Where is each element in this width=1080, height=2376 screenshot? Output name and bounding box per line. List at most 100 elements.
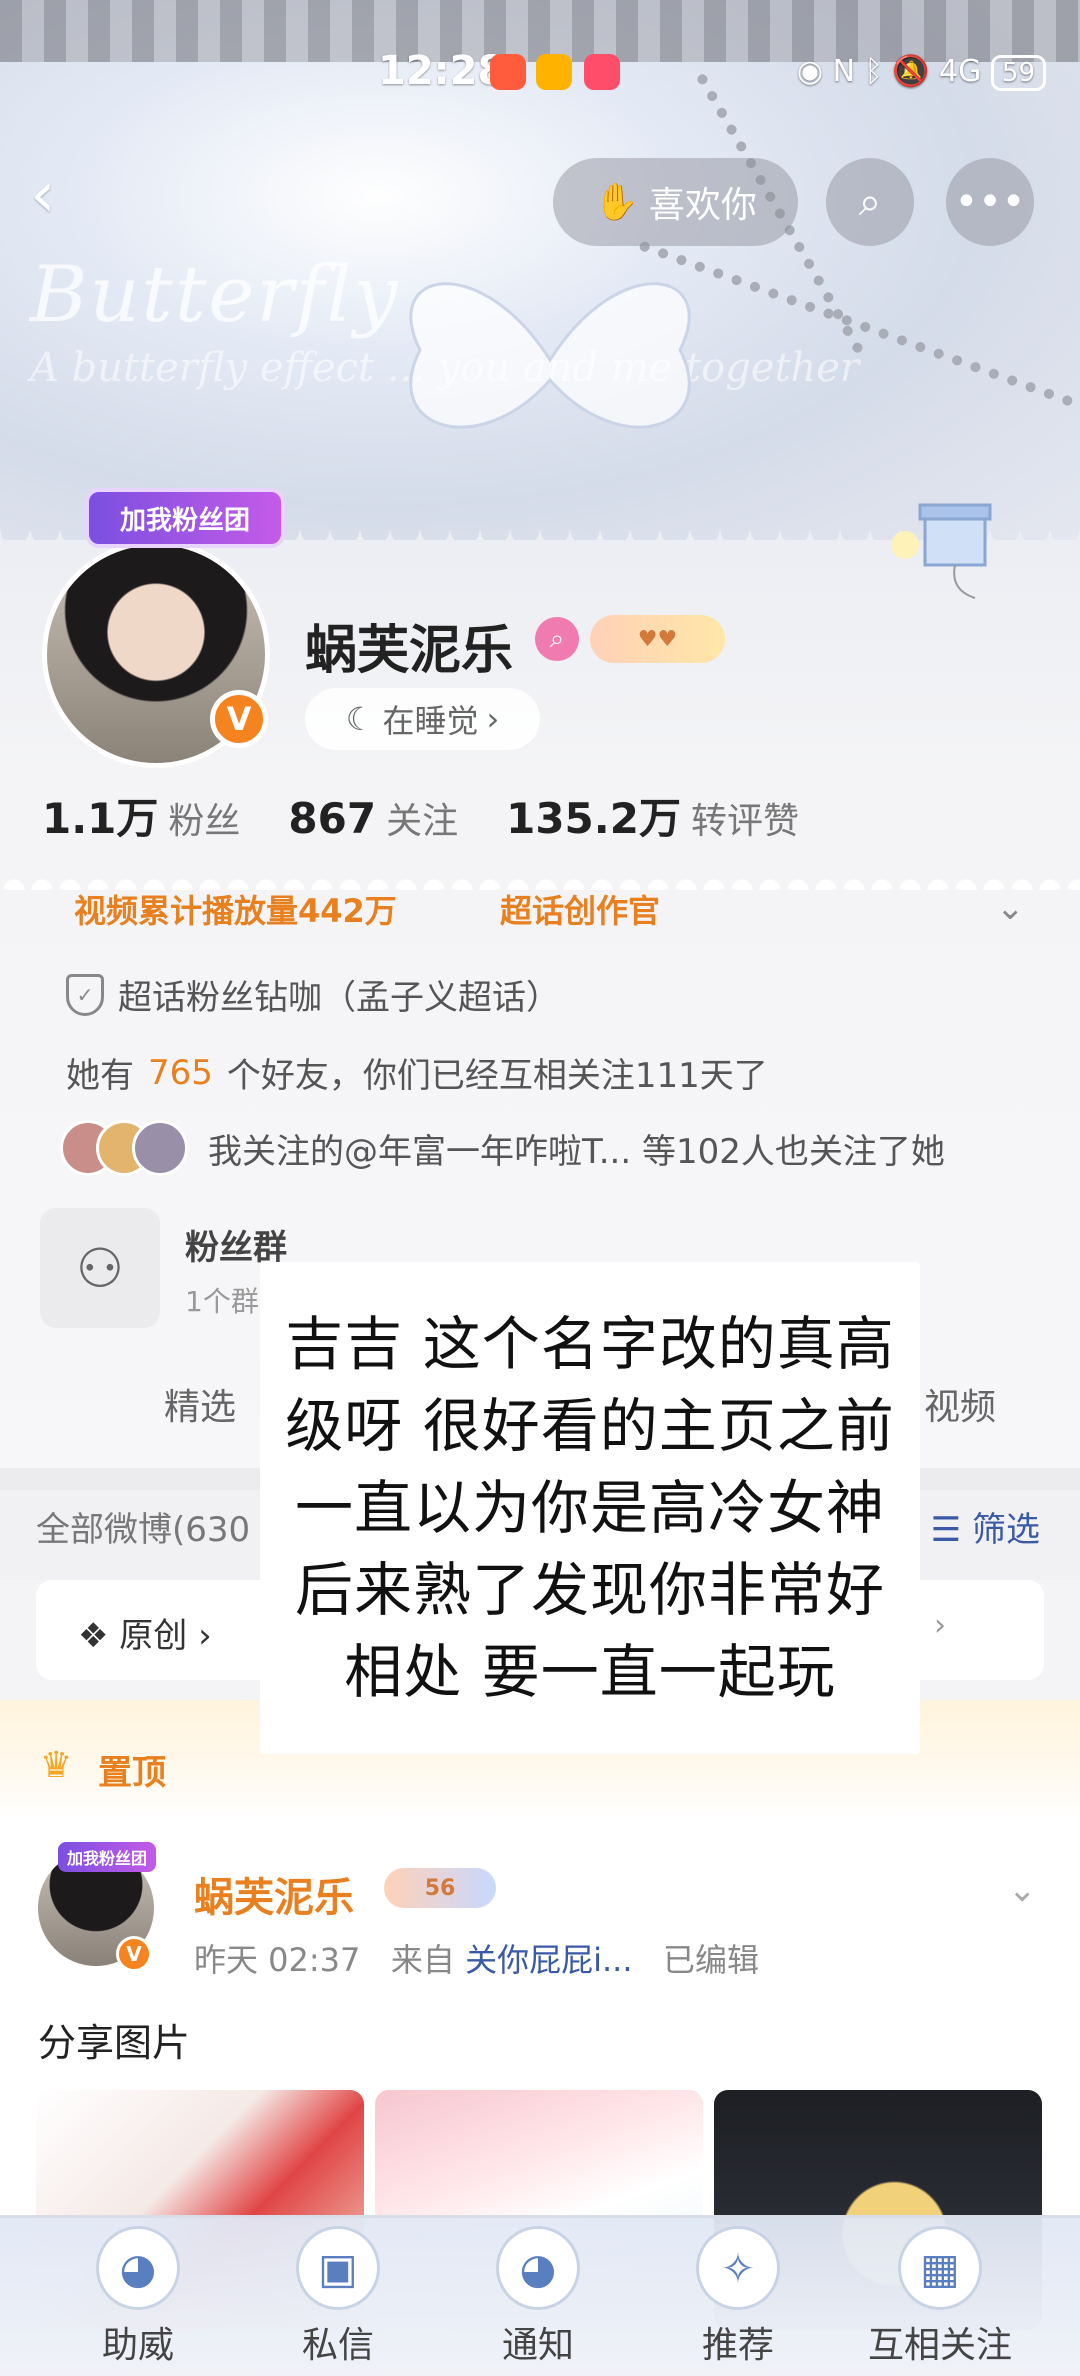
stat-label: 转评赞 [690, 801, 799, 842]
verified-icon: V [116, 1936, 152, 1972]
globe-icon: ✧ [696, 2226, 780, 2310]
post-time: 昨天 02:37 [194, 1941, 361, 1979]
nav-label: 互相关注 [867, 2325, 1012, 2366]
likes-stat[interactable]: 135.2万 转评赞 [506, 785, 799, 846]
post-text: 分享图片 [38, 2021, 191, 2065]
butterfly-icon [409, 282, 691, 429]
dog-icon: ◕ [496, 2226, 580, 2310]
nav-notifications[interactable]: ◕ 通知 [448, 2226, 628, 2376]
filter-button[interactable]: ☰ 筛选 [931, 1502, 1040, 1551]
original-filter[interactable]: ❖ 原创 › [78, 1608, 212, 1657]
pinned-label: 置顶 [98, 1753, 166, 1793]
creator-tag[interactable]: 超话创作官 [500, 886, 660, 932]
verified-icon: V [210, 690, 268, 748]
dog-icon: ◕ [96, 2226, 180, 2310]
shield-icon: ✓ [66, 973, 104, 1016]
following-stat[interactable]: 867 关注 [288, 792, 458, 844]
nav-messages[interactable]: ▣ 私信 [248, 2226, 428, 2376]
battery-icon: 59 [990, 55, 1046, 91]
more-icon: ••• [954, 179, 1026, 225]
bluetooth-icon: ᛒ [864, 54, 883, 89]
fan-club-badge: 加我粉丝团 [58, 1842, 156, 1872]
level-badge-icon[interactable]: ♥♥ [590, 615, 725, 663]
nav-label: 私信 [301, 2325, 374, 2366]
layers-icon: ❖ [78, 1616, 109, 1656]
friends-row: 她有 765 个好友，你们已经互相关注111天了 [66, 1048, 768, 1097]
crown-icon: ♛ [40, 1745, 73, 1786]
post-author[interactable]: 蜗芙泥乐 [194, 1865, 354, 1923]
moon-icon: ☾ [345, 700, 375, 738]
stat-label: 粉丝 [168, 801, 241, 842]
mutual-text: 我关注的@年富一年咋啦T... 等102人也关注了她 [208, 1132, 945, 1172]
back-button[interactable]: ‹ [30, 163, 90, 227]
nav-label: 通知 [501, 2325, 574, 2366]
super-topic-text: 超话粉丝钻咖（孟子义超话） [118, 978, 560, 1018]
hand-icon: ✋ [594, 182, 639, 223]
app-notification-icon [584, 54, 620, 90]
search-icon: ⌕ [858, 179, 882, 225]
stat-number: 1.1万 [42, 794, 159, 843]
super-topic-row[interactable]: ✓ 超话粉丝钻咖（孟子义超话） [66, 970, 560, 1019]
like-label: 喜欢你 [648, 185, 757, 226]
friends-count: 765 [148, 1052, 213, 1093]
status-icons: ◉ N ᛒ 🔕 4G 59 [797, 54, 1046, 91]
nfc-icon: N [832, 54, 856, 89]
post-source[interactable]: 关你屁屁i... [465, 1941, 632, 1979]
stat-number: 135.2万 [506, 794, 681, 843]
video-plays-tag[interactable]: 视频累计播放量442万 [74, 886, 397, 932]
user-status[interactable]: ☾ 在睡觉 › [305, 688, 540, 750]
chevron-right-icon: › [486, 700, 500, 738]
level-badge: 56 [384, 1868, 496, 1908]
fan-group-icon[interactable]: ⚇ [40, 1208, 160, 1328]
expand-button[interactable]: ⌄ [996, 888, 1025, 928]
tab-video[interactable]: 视频 [924, 1378, 996, 1430]
followers-stat[interactable]: 1.1万 粉丝 [42, 785, 240, 846]
status-time: 12:28 [378, 48, 506, 94]
filter-label: 筛选 [972, 1510, 1040, 1550]
like-button[interactable]: ✋ 喜欢你 [553, 158, 798, 246]
chevron-left-icon: ‹ [30, 158, 56, 232]
status-bar: 12:28 ◉ N ᛒ 🔕 4G 59 [0, 40, 1080, 100]
mutual-avatars[interactable] [60, 1120, 190, 1180]
overlay-message: 吉吉 这个名字改的真高级呀 很好看的主页之前一直以为你是高冷女神 后来熟了发现你… [260, 1262, 920, 1754]
mutual-follow-row[interactable]: 我关注的@年富一年咋啦T... 等102人也关注了她 [208, 1124, 945, 1173]
post-meta: 昨天 02:37 来自 关你屁屁i... 已编辑 [194, 1935, 759, 1981]
weibo-notification-icon [536, 54, 572, 90]
original-label: 原创 [119, 1616, 188, 1656]
profile-stats: 1.1万 粉丝 867 关注 135.2万 转评赞 [42, 785, 799, 846]
status-label: 在睡觉 [382, 702, 479, 740]
stat-label: 关注 [386, 801, 459, 842]
nav-recommend[interactable]: ✧ 推荐 [648, 2226, 828, 2376]
friends-suffix: 个好友，你们已经互相关注111天了 [226, 1056, 768, 1096]
stat-number: 867 [288, 794, 377, 843]
nav-mutual-follow[interactable]: ▦ 互相关注 [850, 2226, 1030, 2376]
nav-cheer[interactable]: ◕ 助威 [48, 2226, 228, 2376]
post-edited: 已编辑 [663, 1941, 760, 1979]
tab-featured[interactable]: 精选 [164, 1378, 236, 1430]
avatar [132, 1120, 188, 1176]
overlay-text: 吉吉 这个名字改的真高级呀 很好看的主页之前一直以为你是高冷女神 后来熟了发现你… [285, 1310, 895, 1706]
friends-prefix: 她有 [66, 1056, 134, 1096]
chevron-right-icon[interactable]: › [934, 1608, 946, 1643]
gift-decoration-icon [891, 503, 992, 599]
app-notification-icon [490, 54, 526, 90]
signal-icon: 4G [939, 54, 982, 89]
chevron-right-icon: › [198, 1616, 212, 1656]
search-tag-icon[interactable]: ⌕ [535, 617, 579, 661]
mute-icon: 🔕 [892, 54, 930, 89]
chevron-down-icon: ⌄ [996, 888, 1025, 928]
search-button[interactable]: ⌕ [826, 158, 914, 246]
gift-icon: ▣ [296, 2226, 380, 2310]
all-weibo-label[interactable]: 全部微博(630 [36, 1502, 250, 1551]
eye-icon: ◉ [796, 54, 824, 89]
post-menu-button[interactable]: ⌄ [1008, 1870, 1037, 1910]
filter-icon: ☰ [930, 1510, 962, 1550]
username: 蜗芙泥乐 [305, 621, 514, 681]
fan-club-badge[interactable]: 加我粉丝团 [85, 488, 285, 548]
nav-label: 推荐 [701, 2325, 774, 2366]
more-button[interactable]: ••• [946, 158, 1034, 246]
fan-group-sub: 1个群 [185, 1285, 259, 1318]
nav-label: 助威 [101, 2325, 174, 2366]
chevron-down-icon: ⌄ [1008, 1870, 1037, 1910]
box-icon: ▦ [898, 2226, 982, 2310]
